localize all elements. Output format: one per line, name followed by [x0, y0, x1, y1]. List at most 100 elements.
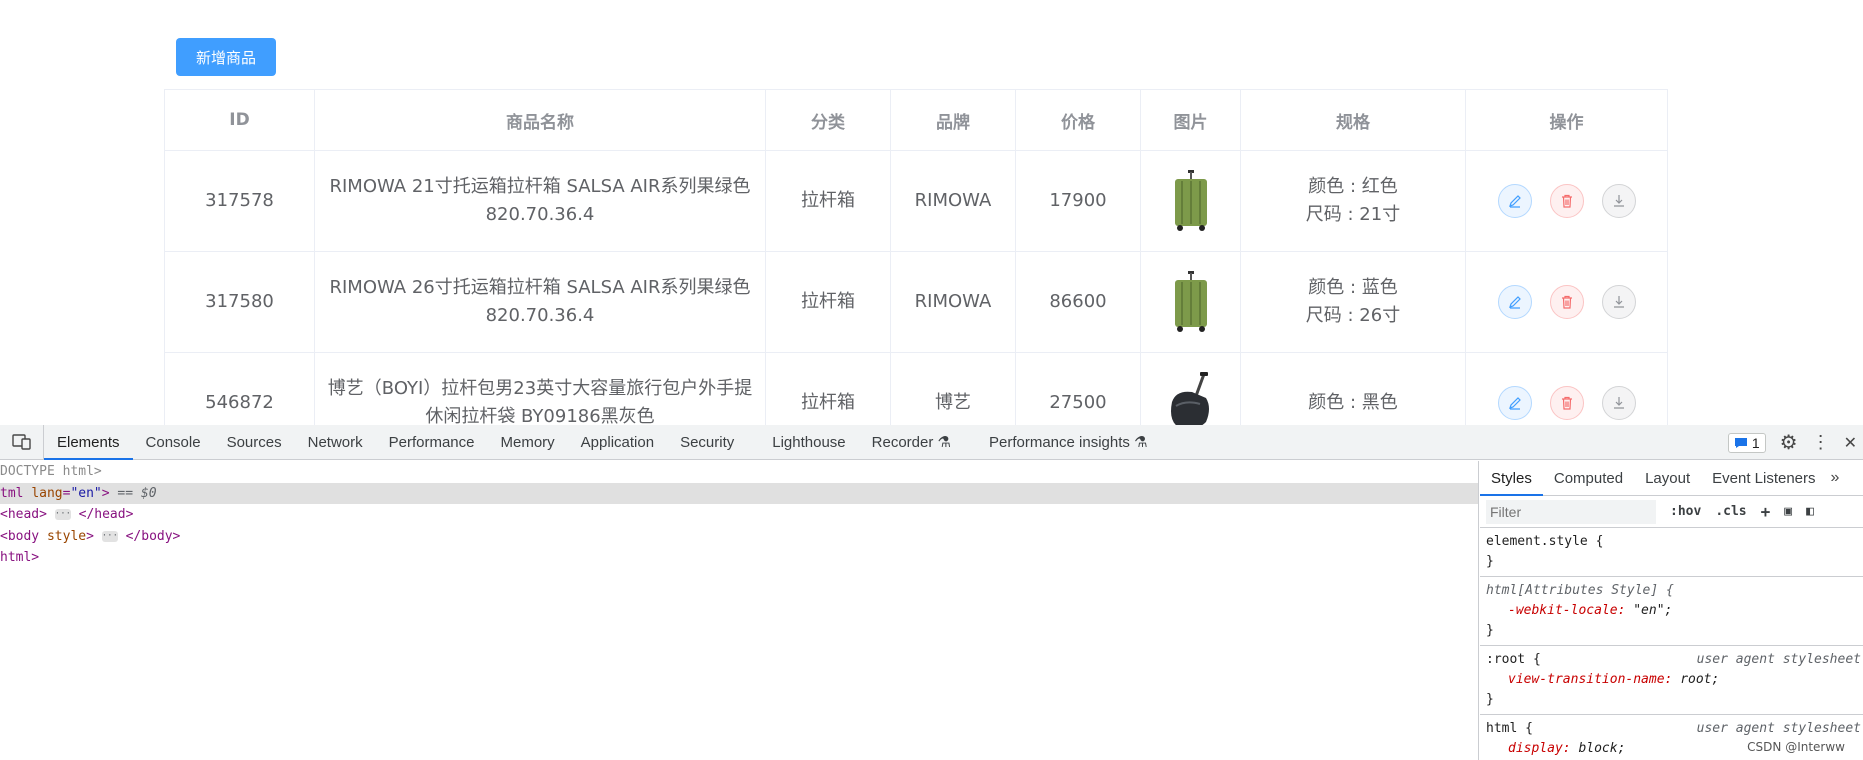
table-row: 317580 RIMOWA 26寸托运箱拉杆箱 SALSA AIR系列果绿色 8…: [164, 251, 1668, 353]
sidebar-toggle-icon[interactable]: ◧: [1806, 504, 1814, 519]
rule-declaration: -webkit-locale: "en";: [1508, 603, 1673, 618]
rule-value: block;: [1578, 741, 1626, 756]
tab-event-listeners[interactable]: Event Listeners: [1701, 461, 1826, 496]
cell-brand: 博艺: [890, 352, 1016, 425]
tab-performance-insights-label: Performance insights: [988, 433, 1130, 451]
product-table: ID 商品名称 分类 品牌 价格 图片 规格 操作 317578 RIMOWA …: [164, 89, 1668, 425]
tab-styles[interactable]: Styles: [1480, 461, 1543, 496]
rule-source: user agent stylesheet: [1696, 652, 1861, 667]
cell-category: 拉杆箱: [765, 150, 891, 252]
download-icon: [1613, 397, 1624, 409]
tab-lighthouse[interactable]: Lighthouse: [759, 425, 858, 460]
rule-selector: html[Attributes Style] {: [1486, 583, 1674, 598]
tab-security[interactable]: Security: [667, 425, 747, 460]
hov-toggle[interactable]: :hov: [1670, 504, 1701, 519]
table-row: 317578 RIMOWA 21寸托运箱拉杆箱 SALSA AIR系列果绿色 8…: [164, 150, 1668, 252]
cell-actions: [1465, 352, 1668, 425]
dom-body-line[interactable]: <body style> ··· </body>: [0, 526, 1478, 548]
tab-recorder[interactable]: Recorder ⚗: [859, 425, 964, 460]
tab-application[interactable]: Application: [568, 425, 667, 460]
column-header-spec: 规格: [1240, 89, 1466, 151]
dom-head-close: </head>: [78, 507, 134, 522]
column-header-id: ID: [164, 89, 315, 151]
download-button[interactable]: [1601, 386, 1636, 420]
tab-network[interactable]: Network: [295, 425, 376, 460]
tab-elements[interactable]: Elements: [44, 425, 133, 460]
delete-icon: [1561, 396, 1572, 410]
tab-performance-insights[interactable]: Performance insights ⚗: [976, 425, 1161, 460]
delete-button[interactable]: [1549, 386, 1584, 420]
cell-id: 546872: [164, 352, 315, 425]
add-product-button[interactable]: 新增商品: [176, 38, 276, 76]
delete-icon: [1561, 295, 1572, 309]
download-button[interactable]: [1601, 285, 1636, 319]
tab-computed[interactable]: Computed: [1543, 461, 1634, 496]
gear-icon[interactable]: ⚙: [1780, 430, 1798, 455]
green-suitcase-image: [1174, 170, 1207, 231]
style-rule[interactable]: :root { user agent stylesheet view-trans…: [1480, 646, 1863, 715]
edit-button[interactable]: [1497, 184, 1532, 218]
close-icon[interactable]: ✕: [1844, 433, 1857, 453]
rule-declaration: view-transition-name: root;: [1508, 672, 1720, 687]
style-rule[interactable]: element.style { }: [1480, 528, 1863, 577]
edit-button[interactable]: [1497, 386, 1532, 420]
rule-source: user agent stylesheet: [1696, 721, 1861, 736]
dom-tree: DOCTYPE html> tml lang="en"> == $0 <head…: [0, 461, 1479, 760]
dom-head-line[interactable]: <head> ··· </head>: [0, 504, 1478, 526]
cell-brand: RIMOWA: [890, 251, 1016, 353]
style-rule[interactable]: html[Attributes Style] { -webkit-locale:…: [1480, 577, 1863, 646]
device-toolbar-button[interactable]: [0, 424, 44, 460]
dom-head-open: <head>: [0, 507, 47, 522]
tab-performance[interactable]: Performance: [376, 425, 488, 460]
rule-property: display: [1508, 741, 1563, 756]
paint-icon[interactable]: ▣: [1784, 504, 1792, 519]
column-header-name: 商品名称: [314, 89, 766, 151]
download-button[interactable]: [1601, 184, 1636, 218]
dom-html-close-line[interactable]: html>: [0, 547, 1478, 569]
cell-spec: 颜色 : 黑色: [1240, 352, 1466, 425]
rule-property: -webkit-locale: [1508, 603, 1618, 618]
dom-html-attr-value: "en": [70, 485, 102, 501]
tab-console[interactable]: Console: [133, 425, 214, 460]
black-rolling-bag-image: [1170, 372, 1209, 425]
cell-spec: 颜色 : 蓝色 尺码 : 26寸: [1240, 251, 1466, 353]
styles-filter-input[interactable]: [1486, 499, 1656, 524]
dom-html-close: html>: [0, 550, 40, 565]
flask-icon: ⚗: [937, 433, 951, 451]
column-header-brand: 品牌: [890, 89, 1016, 151]
dom-selected-marker: == $0: [117, 485, 157, 501]
ellipsis-icon[interactable]: ···: [54, 509, 71, 520]
more-options-icon[interactable]: ⋮: [1812, 432, 1830, 453]
tab-sources[interactable]: Sources: [214, 425, 295, 460]
edit-button[interactable]: [1497, 285, 1532, 319]
dom-body-open: <body: [0, 528, 40, 544]
delete-button[interactable]: [1549, 285, 1584, 319]
add-rule-icon[interactable]: +: [1761, 502, 1771, 521]
cls-toggle[interactable]: .cls: [1715, 504, 1746, 519]
dom-html-line[interactable]: tml lang="en"> == $0: [0, 482, 1478, 504]
tab-memory[interactable]: Memory: [488, 425, 568, 460]
edit-icon: [1508, 296, 1521, 309]
cell-name: 博艺（BOYI）拉杆包男23英寸大容量旅行包户外手提休闲拉杆袋 BY09186黑…: [314, 352, 766, 425]
chevron-right-icon[interactable]: »: [1827, 469, 1840, 487]
cell-id: 317578: [164, 150, 315, 252]
spec-color: 颜色 : 蓝色: [1308, 277, 1398, 298]
column-header-image: 图片: [1140, 89, 1241, 151]
delete-icon: [1561, 194, 1572, 208]
delete-button[interactable]: [1549, 184, 1584, 218]
cell-id: 317580: [164, 251, 315, 353]
cell-brand: RIMOWA: [890, 150, 1016, 252]
ellipsis-icon[interactable]: ···: [101, 530, 118, 542]
dom-doctype-line[interactable]: DOCTYPE html>: [0, 461, 1478, 483]
tab-recorder-label: Recorder: [871, 433, 934, 451]
dom-doctype-text: DOCTYPE html>: [0, 464, 102, 479]
column-header-actions: 操作: [1465, 89, 1668, 151]
tab-layout[interactable]: Layout: [1634, 461, 1701, 496]
styles-tab-bar: Styles Computed Layout Event Listeners »: [1480, 461, 1863, 496]
rule-value: root;: [1680, 672, 1720, 687]
devtools-panel: Elements Console Sources Network Perform…: [0, 424, 1863, 760]
cell-category: 拉杆箱: [765, 251, 891, 353]
styles-filter-bar: :hov .cls + ▣ ◧: [1480, 496, 1863, 528]
download-icon: [1613, 195, 1624, 207]
issues-badge[interactable]: 1: [1727, 432, 1766, 453]
